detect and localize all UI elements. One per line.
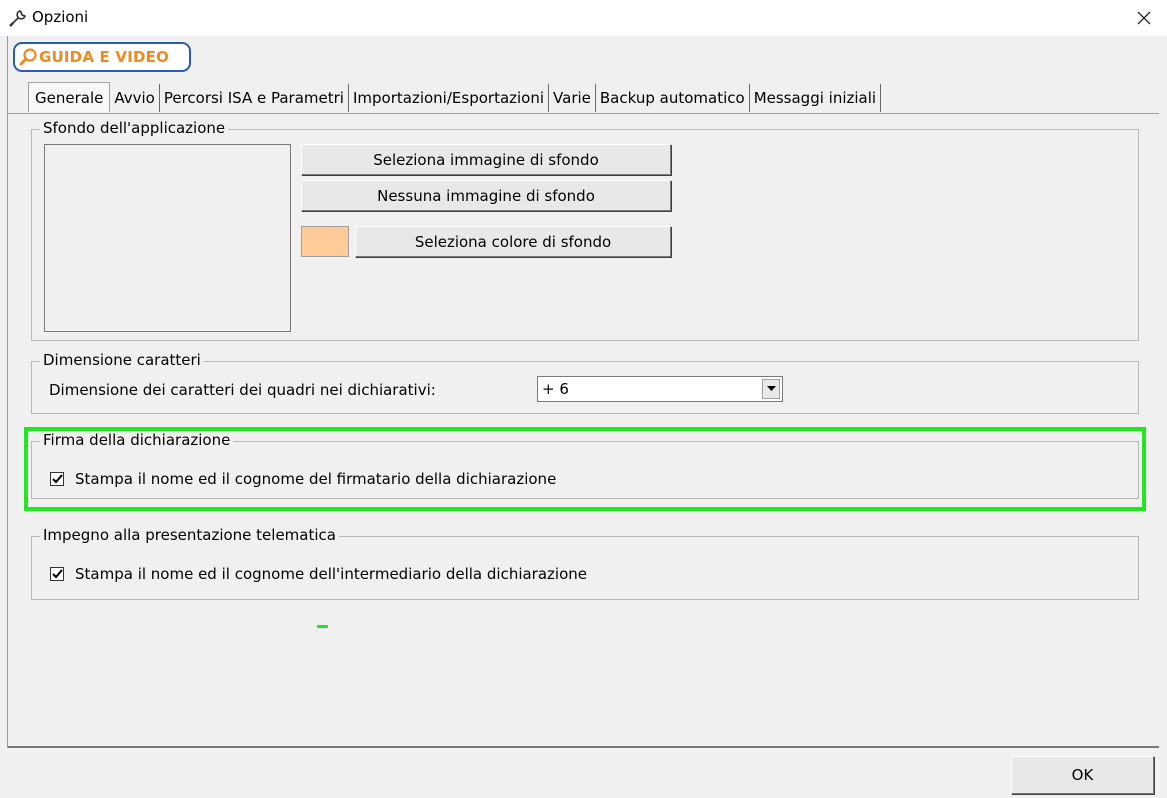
group-legend: Impegno alla presentazione telematica <box>40 526 339 544</box>
group-legend: Sfondo dell'applicazione <box>40 119 229 137</box>
close-button[interactable] <box>1121 0 1167 36</box>
tab-label: Messaggi iniziali <box>753 89 877 107</box>
ok-button[interactable]: OK <box>1011 756 1154 794</box>
green-mark <box>317 625 328 628</box>
wrench-icon <box>9 10 26 27</box>
tab-percorsi-isa[interactable]: Percorsi ISA e Parametri <box>160 84 349 112</box>
background-preview <box>44 144 291 332</box>
impegno-checkbox[interactable] <box>50 567 64 581</box>
dialog-border <box>7 36 8 748</box>
tab-strip: Generale Avvio Percorsi ISA e Parametri … <box>28 82 882 114</box>
background-color-swatch <box>301 226 349 257</box>
font-size-value: + 6 <box>542 380 569 398</box>
options-dialog: Opzioni GUIDA E VIDEO Generale Avvio Per… <box>0 0 1167 798</box>
close-icon <box>1137 11 1151 25</box>
window-title: Opzioni <box>32 8 89 26</box>
dropdown-arrow[interactable] <box>762 379 780 399</box>
footer-separator <box>8 746 1159 748</box>
select-background-color-button[interactable]: Seleziona colore di sfondo <box>355 226 671 257</box>
select-background-image-button[interactable]: Seleziona immagine di sfondo <box>301 144 671 175</box>
tab-backup[interactable]: Backup automatico <box>596 84 750 112</box>
chevron-down-icon <box>766 386 776 391</box>
guida-e-video-label: GUIDA E VIDEO <box>39 48 170 66</box>
dimensione-group: Dimensione caratteri Dimensione dei cara… <box>31 351 1139 414</box>
checkmark-icon <box>51 569 63 579</box>
tab-label: Varie <box>553 89 591 107</box>
tab-generale[interactable]: Generale <box>28 82 111 112</box>
highlight-box <box>24 427 1146 511</box>
title-bar: Opzioni <box>0 0 1167 36</box>
sfondo-group: Sfondo dell'applicazione Seleziona immag… <box>31 119 1139 341</box>
group-legend: Dimensione caratteri <box>40 351 204 369</box>
guida-e-video-button[interactable]: GUIDA E VIDEO <box>13 42 191 72</box>
tab-varie[interactable]: Varie <box>549 84 596 112</box>
tab-messaggi[interactable]: Messaggi iniziali <box>750 84 882 112</box>
no-background-image-button[interactable]: Nessuna immagine di sfondo <box>301 180 671 211</box>
font-size-label: Dimensione dei caratteri dei quadri nei … <box>49 381 436 399</box>
font-size-select[interactable]: + 6 <box>537 376 783 402</box>
impegno-checkbox-label: Stampa il nome ed il cognome dell'interm… <box>75 565 587 583</box>
tab-label: Backup automatico <box>599 89 745 107</box>
magnifier-icon <box>19 48 37 66</box>
tab-label: Importazioni/Esportazioni <box>352 89 545 107</box>
tab-label: Generale <box>35 88 104 107</box>
tab-importazioni[interactable]: Importazioni/Esportazioni <box>349 84 550 112</box>
tab-label: Avvio <box>114 89 155 107</box>
tab-avvio[interactable]: Avvio <box>110 84 160 112</box>
impegno-group: Impegno alla presentazione telematica St… <box>31 526 1139 600</box>
tab-label: Percorsi ISA e Parametri <box>163 89 344 107</box>
